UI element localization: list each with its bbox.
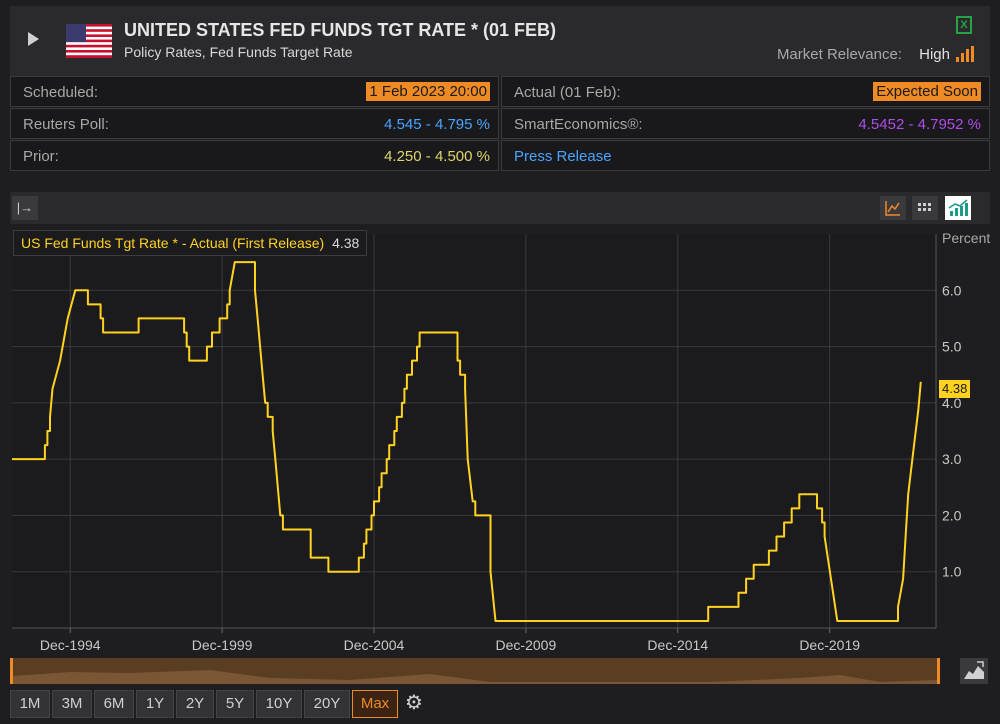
y-tick-label: 3.0 [942,451,962,467]
time-navigator[interactable] [10,658,940,684]
market-relevance-value: High [919,46,950,63]
x-tick-label: Dec-2009 [496,637,557,653]
y-tick-label: 1.0 [942,564,962,580]
range-button-2y[interactable]: 2Y [176,690,214,718]
x-tick-label: Dec-2014 [647,637,708,653]
page-subtitle: Policy Rates, Fed Funds Target Rate [124,44,353,60]
range-button-max[interactable]: Max [352,690,398,718]
y-tick-label: 2.0 [942,507,962,523]
prior-cell: Prior: 4.250 - 4.500 % [10,140,499,171]
range-button-6m[interactable]: 6M [94,690,134,718]
settings-gear-icon[interactable]: ⚙ [400,690,428,718]
range-button-1m[interactable]: 1M [10,690,50,718]
y-axis-unit: Percent [942,230,991,246]
range-button-3m[interactable]: 3M [52,690,92,718]
navigator-left-handle[interactable] [10,658,13,684]
excel-export-icon[interactable]: X [956,16,972,34]
chart-plot[interactable]: 1.02.03.04.05.06.0Dec-1994 Dec-1999 Dec-20… [10,226,990,658]
smart-value: 4.5452 - 4.7952 % [858,116,981,133]
page-title: UNITED STATES FED FUNDS TGT RATE * (01 F… [124,20,557,40]
legend-series-value: 4.38 [332,235,360,251]
range-button-1y[interactable]: 1Y [136,690,174,718]
navigator-right-handle[interactable] [937,658,940,684]
actual-label: Actual (01 Feb): [514,84,621,101]
analysis-icon[interactable] [880,196,906,220]
scheduled-value: 1 Feb 2023 20:00 [366,82,490,101]
navigator-mini-chart [13,670,937,684]
market-relevance-label: Market Relevance: [776,46,902,63]
chart-legend: US Fed Funds Tgt Rate * - Actual (First … [13,230,368,256]
collapse-panel-button[interactable]: |→ [12,196,38,220]
us-flag-icon [66,24,112,58]
play-icon[interactable] [28,32,39,46]
smart-label: SmartEconomics®: [514,116,643,133]
press-release-link[interactable]: Press Release [514,148,612,165]
scheduled-label: Scheduled: [23,84,99,101]
poll-cell: Reuters Poll: 4.545 - 4.795 % [10,108,499,139]
poll-label: Reuters Poll: [23,116,109,133]
info-row-scheduled: Scheduled: 1 Feb 2023 20:00 Actual (01 F… [10,76,990,107]
zoom-reset-icon[interactable] [960,658,988,684]
x-tick-label: Dec-1994 [40,637,101,653]
y-tick-label: 6.0 [942,282,962,298]
event-info-grid: Scheduled: 1 Feb 2023 20:00 Actual (01 F… [10,76,990,172]
x-tick-label: Dec-1999 [192,637,253,653]
smart-cell: SmartEconomics®: 4.5452 - 4.7952 % [501,108,990,139]
info-row-prior: Prior: 4.250 - 4.500 % Press Release [10,140,990,171]
x-tick-label: Dec-2004 [344,637,405,653]
range-button-5y[interactable]: 5Y [216,690,254,718]
scheduled-cell: Scheduled: 1 Feb 2023 20:00 [10,76,499,107]
prior-label: Prior: [23,148,59,165]
prior-value: 4.250 - 4.500 % [384,148,490,165]
event-header: UNITED STATES FED FUNDS TGT RATE * (01 F… [10,6,990,76]
plot-background [12,234,936,628]
press-release-cell: Press Release [501,140,990,171]
y-tick-label: 5.0 [942,339,962,355]
chart-toolbar: |→ [10,192,990,224]
range-button-10y[interactable]: 10Y [256,690,302,718]
range-button-20y[interactable]: 20Y [304,690,350,718]
signal-bars-icon [956,46,974,62]
actual-cell: Actual (01 Feb): Expected Soon [501,76,990,107]
poll-value: 4.545 - 4.795 % [384,116,490,133]
rate-chart[interactable]: 1.0 2.0 3.0 4.0 5.0 6.0 Dec-1994 Dec-1999 Dec-20… [10,226,990,662]
legend-series-name: US Fed Funds Tgt Rate * - Actual (First … [21,235,325,251]
last-value-tag: 4.38 [939,380,971,398]
line-chart-icon[interactable] [945,196,971,220]
info-row-poll: Reuters Poll: 4.545 - 4.795 % SmartEcono… [10,108,990,139]
table-icon[interactable] [912,196,938,220]
x-tick-label: Dec-2019 [799,637,860,653]
actual-value: Expected Soon [873,82,981,101]
